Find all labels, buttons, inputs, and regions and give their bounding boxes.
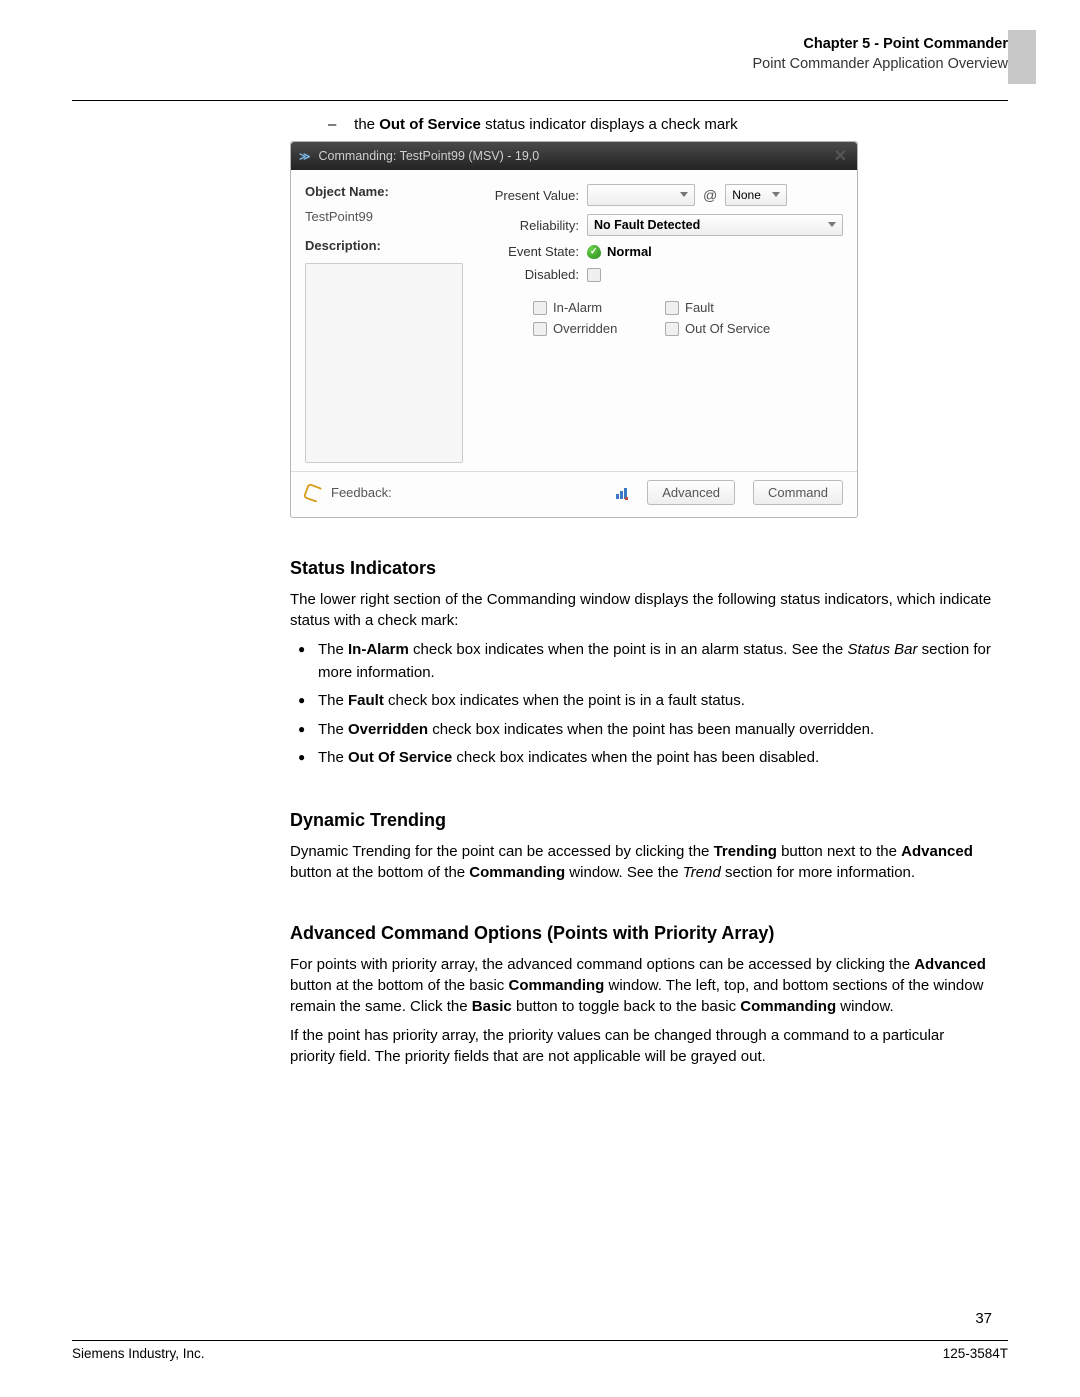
list-item: The In-Alarm check box indicates when th… [290, 639, 992, 684]
overridden-checkbox [533, 322, 547, 336]
header-subtitle: Point Commander Application Overview [753, 56, 1008, 72]
object-name-value: TestPoint99 [305, 209, 475, 224]
present-value-label: Present Value: [475, 188, 587, 203]
reliability-value: No Fault Detected [594, 218, 700, 232]
chevron-down-icon [772, 192, 780, 197]
chevron-down-icon [828, 222, 836, 227]
list-item: The Fault check box indicates when the p… [290, 690, 992, 713]
at-icon: @ [703, 187, 717, 203]
disabled-checkbox[interactable] [587, 268, 601, 282]
header-rule [72, 100, 1008, 101]
window-titlebar[interactable]: ≫ Commanding: TestPoint99 (MSV) - 19,0 ✕ [291, 142, 857, 170]
intro-text-prefix: the [354, 116, 379, 133]
advanced-command-p1: For points with priority array, the adva… [290, 954, 992, 1017]
intro-text-bold: Out of Service [379, 116, 481, 133]
footer-rule [72, 1340, 1008, 1341]
out-of-service-label: Out Of Service [685, 321, 770, 336]
advanced-button[interactable]: Advanced [647, 480, 735, 505]
chapter-title: Chapter 5 - Point Commander [753, 36, 1008, 52]
close-icon[interactable]: ✕ [832, 146, 849, 166]
commanding-window: ≫ Commanding: TestPoint99 (MSV) - 19,0 ✕… [290, 141, 858, 518]
advanced-command-heading: Advanced Command Options (Points with Pr… [290, 923, 992, 944]
trending-icon[interactable] [615, 486, 629, 500]
status-indicators-heading: Status Indicators [290, 558, 992, 579]
event-state-label: Event State: [475, 244, 587, 259]
feedback-icon [303, 482, 324, 503]
feedback-label: Feedback: [331, 485, 392, 500]
chevron-down-icon [680, 192, 688, 197]
dynamic-trending-paragraph: Dynamic Trending for the point can be ac… [290, 841, 992, 883]
reliability-label: Reliability: [475, 218, 587, 233]
footer-right: 125-3584T [943, 1346, 1008, 1361]
priority-dropdown[interactable]: None [725, 184, 787, 206]
chevron-right-icon: ≫ [299, 150, 311, 163]
overridden-label: Overridden [553, 321, 617, 336]
dynamic-trending-section: Dynamic Trending Dynamic Trending for th… [290, 810, 992, 883]
fault-checkbox [665, 301, 679, 315]
dynamic-trending-heading: Dynamic Trending [290, 810, 992, 831]
event-state-value: Normal [607, 244, 652, 259]
shield-check-icon [587, 245, 601, 259]
out-of-service-checkbox [665, 322, 679, 336]
priority-value: None [732, 188, 761, 202]
in-alarm-label: In-Alarm [553, 300, 602, 315]
status-indicators-block: In-Alarm Fault Overridden Out Of Service [475, 300, 843, 336]
list-item: The Overridden check box indicates when … [290, 719, 992, 742]
present-value-dropdown[interactable] [587, 184, 695, 206]
page-header: Chapter 5 - Point Commander Point Comman… [753, 36, 1008, 72]
reliability-dropdown[interactable]: No Fault Detected [587, 214, 843, 236]
disabled-label: Disabled: [475, 267, 587, 282]
window-title: Commanding: TestPoint99 (MSV) - 19,0 [319, 149, 540, 163]
intro-sub-bullet: – the Out of Service status indicator di… [350, 116, 992, 133]
status-indicators-section: Status Indicators The lower right sectio… [290, 558, 992, 770]
advanced-command-section: Advanced Command Options (Points with Pr… [290, 923, 992, 1067]
footer-left: Siemens Industry, Inc. [72, 1346, 205, 1361]
header-gray-box [1008, 30, 1036, 84]
in-alarm-checkbox [533, 301, 547, 315]
page-number: 37 [975, 1310, 992, 1327]
list-item: The Out Of Service check box indicates w… [290, 747, 992, 770]
advanced-command-p2: If the point has priority array, the pri… [290, 1025, 992, 1067]
object-name-label: Object Name: [305, 184, 475, 199]
description-textarea[interactable] [305, 263, 463, 463]
intro-text-suffix: status indicator displays a check mark [481, 116, 738, 133]
description-label: Description: [305, 238, 475, 253]
command-button[interactable]: Command [753, 480, 843, 505]
status-indicators-intro: The lower right section of the Commandin… [290, 589, 992, 631]
fault-label: Fault [685, 300, 714, 315]
